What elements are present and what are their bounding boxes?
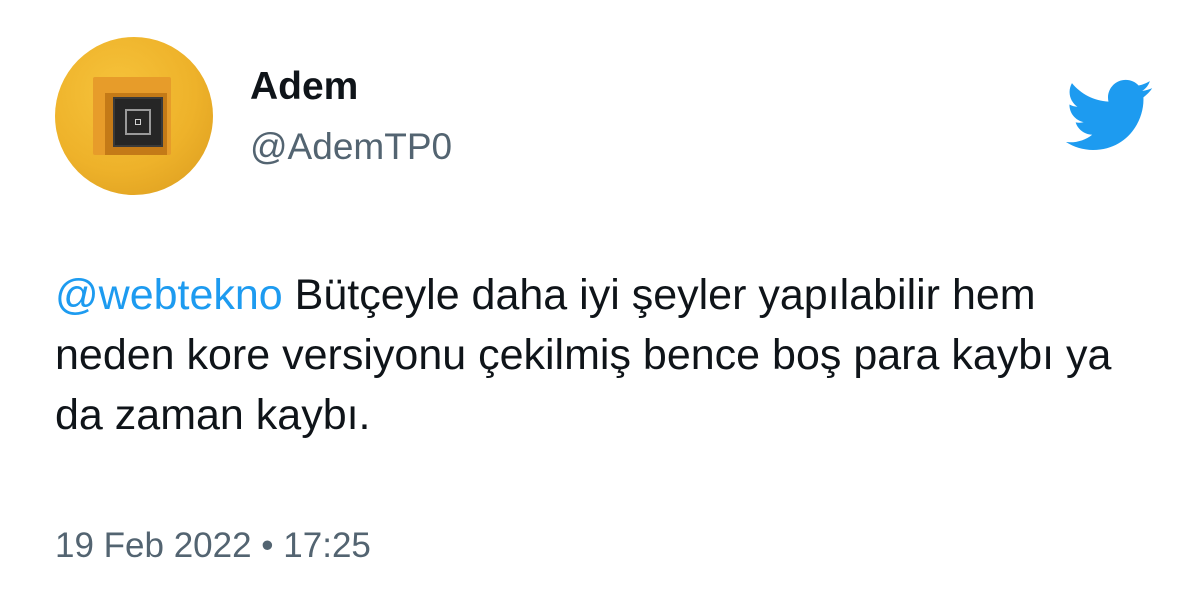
tweet-timestamp[interactable]: 19 Feb 2022 • 17:25	[55, 523, 371, 569]
tweet-time: 17:25	[283, 526, 371, 565]
tweet-card: Adem @AdemTP0 @webtekno Bütçeyle daha iy…	[0, 0, 1200, 610]
tweet-date: 19 Feb 2022	[55, 526, 252, 565]
avatar[interactable]	[55, 37, 213, 195]
tweet-text: @webtekno Bütçeyle daha iyi şeyler yapıl…	[55, 265, 1165, 445]
mention-link[interactable]: @webtekno	[55, 271, 283, 319]
meta-separator: •	[261, 526, 274, 565]
twitter-bird-icon	[1065, 79, 1153, 150]
author-display-name[interactable]: Adem	[250, 64, 358, 110]
avatar-shape	[135, 119, 141, 125]
author-handle[interactable]: @AdemTP0	[250, 124, 452, 170]
